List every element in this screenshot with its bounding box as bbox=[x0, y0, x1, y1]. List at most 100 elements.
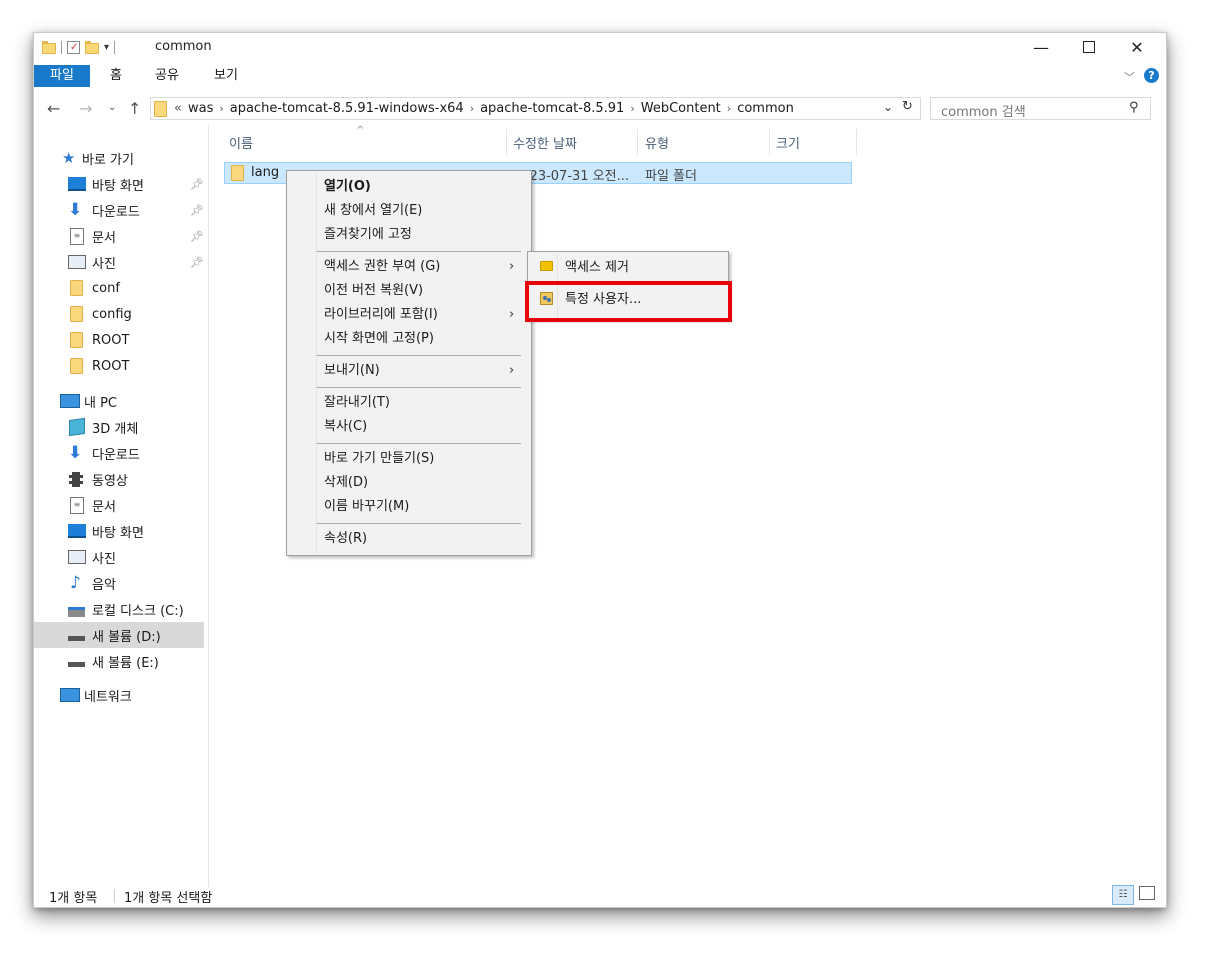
menu-item-copy[interactable]: 복사(C) bbox=[287, 415, 531, 438]
nav-item-root-2[interactable]: ROOT bbox=[34, 353, 204, 379]
breadcrumb-tomcat-windows[interactable]: apache-tomcat-8.5.91-windows-x64 bbox=[230, 101, 464, 116]
pin-icon[interactable]: 📌︎ bbox=[190, 204, 204, 217]
nav-network[interactable]: 네트워크 bbox=[34, 682, 204, 708]
nav-item-pc-pictures[interactable]: 사진 bbox=[34, 544, 204, 570]
maximize-button[interactable] bbox=[1065, 33, 1113, 61]
column-divider[interactable] bbox=[506, 129, 507, 155]
menu-item-send-to[interactable]: 보내기(N) › bbox=[287, 359, 531, 382]
recent-locations-icon[interactable]: ⌄ bbox=[108, 102, 116, 113]
column-header-name[interactable]: 이름 bbox=[229, 133, 253, 153]
nav-quick-access[interactable]: ★ 바로 가기 bbox=[34, 145, 204, 171]
nav-item-3d-objects[interactable]: 3D 개체 bbox=[34, 414, 204, 440]
help-icon[interactable]: ? bbox=[1144, 68, 1159, 83]
column-divider[interactable] bbox=[856, 129, 857, 155]
menu-item-cut[interactable]: 잘라내기(T) bbox=[287, 391, 531, 414]
chevron-right-icon[interactable]: › bbox=[727, 102, 731, 115]
nav-label: conf bbox=[92, 280, 120, 296]
column-divider[interactable] bbox=[769, 129, 770, 155]
breadcrumb-tomcat[interactable]: apache-tomcat-8.5.91 bbox=[480, 101, 624, 116]
file-explorer-window: ✓ ▾ common — ✕ 파일 홈 공유 보기 ﹀ ? ← → ⌄ ↑ « … bbox=[33, 32, 1167, 908]
chevron-right-icon[interactable]: › bbox=[219, 102, 223, 115]
menu-item-create-shortcut[interactable]: 바로 가기 만들기(S) bbox=[287, 447, 531, 470]
nav-item-config[interactable]: config bbox=[34, 301, 204, 327]
column-header-type[interactable]: 유형 bbox=[645, 133, 669, 153]
nav-item-desktop[interactable]: 바탕 화면 📌︎ bbox=[34, 171, 204, 197]
nav-item-pc-documents[interactable]: ≡ 문서 bbox=[34, 492, 204, 518]
details-view-icon[interactable]: ☷ bbox=[1112, 885, 1134, 905]
nav-item-volume-d[interactable]: 새 볼륨 (D:) bbox=[34, 622, 204, 648]
nav-label: 문서 bbox=[92, 230, 116, 246]
nav-label: 내 PC bbox=[84, 395, 118, 411]
breadcrumb-webcontent[interactable]: WebContent bbox=[641, 101, 721, 116]
menu-item-delete[interactable]: 삭제(D) bbox=[287, 471, 531, 494]
tab-share[interactable]: 공유 bbox=[141, 65, 193, 87]
search-placeholder[interactable]: common 검색 bbox=[941, 101, 1026, 120]
menu-item-open-new-window[interactable]: 새 창에서 열기(E) bbox=[287, 199, 531, 222]
document-icon: ≡ bbox=[70, 496, 84, 514]
menu-item-pin-start[interactable]: 시작 화면에 고정(P) bbox=[287, 327, 531, 350]
tab-view[interactable]: 보기 bbox=[200, 65, 252, 87]
desktop-icon bbox=[68, 177, 86, 191]
menu-separator bbox=[317, 523, 521, 524]
minimize-button[interactable]: — bbox=[1017, 33, 1065, 61]
large-icons-view-icon[interactable] bbox=[1139, 886, 1155, 900]
close-button[interactable]: ✕ bbox=[1113, 33, 1161, 61]
search-icon[interactable]: ⚲ bbox=[1129, 100, 1139, 115]
network-icon bbox=[60, 688, 80, 702]
nav-item-root[interactable]: ROOT bbox=[34, 327, 204, 353]
nav-item-local-disk-c[interactable]: 로컬 디스크 (C:) bbox=[34, 596, 204, 622]
new-folder-icon[interactable] bbox=[85, 40, 99, 54]
nav-label: ROOT bbox=[92, 332, 130, 348]
properties-icon[interactable]: ✓ bbox=[67, 40, 80, 54]
overflow-chevron[interactable]: « bbox=[174, 101, 182, 116]
nav-item-downloads[interactable]: ⬇ 다운로드 📌︎ bbox=[34, 197, 204, 223]
nav-item-pc-downloads[interactable]: ⬇ 다운로드 bbox=[34, 440, 204, 466]
nav-label: 사진 bbox=[92, 551, 116, 567]
up-icon[interactable]: ↑ bbox=[128, 99, 141, 118]
pin-icon[interactable]: 📌︎ bbox=[190, 230, 204, 243]
chevron-right-icon[interactable]: › bbox=[470, 102, 474, 115]
nav-item-videos[interactable]: 동영상 bbox=[34, 466, 204, 492]
folder-icon bbox=[70, 306, 83, 322]
menu-item-include-library[interactable]: 라이브러리에 포함(I) › bbox=[287, 303, 531, 326]
menu-item-pin-quick-access[interactable]: 즐겨찾기에 고정 bbox=[287, 223, 531, 246]
nav-item-pc-desktop[interactable]: 바탕 화면 bbox=[34, 518, 204, 544]
nav-item-documents[interactable]: ≡ 문서 📌︎ bbox=[34, 223, 204, 249]
menu-item-properties[interactable]: 속성(R) bbox=[287, 527, 531, 550]
chevron-right-icon: › bbox=[509, 363, 515, 378]
menu-item-open[interactable]: 열기(O) bbox=[287, 175, 531, 198]
title-bar: ✓ ▾ common — ✕ bbox=[34, 33, 1166, 61]
nav-item-pictures[interactable]: 사진 📌︎ bbox=[34, 249, 204, 275]
pin-icon[interactable]: 📌︎ bbox=[190, 178, 204, 191]
nav-label: 새 볼륨 (E:) bbox=[92, 655, 159, 671]
breadcrumb-was[interactable]: was bbox=[188, 101, 213, 116]
context-menu: 열기(O) 새 창에서 열기(E) 즐겨찾기에 고정 액세스 권한 부여 (G)… bbox=[286, 170, 532, 556]
refresh-icon[interactable]: ↻ bbox=[902, 99, 913, 114]
menu-item-rename[interactable]: 이름 바꾸기(M) bbox=[287, 495, 531, 518]
nav-item-conf[interactable]: conf bbox=[34, 275, 204, 301]
nav-item-music[interactable]: ♪ 음악 bbox=[34, 570, 204, 596]
search-box[interactable]: common 검색 ⚲ bbox=[930, 97, 1151, 120]
tab-file[interactable]: 파일 bbox=[34, 65, 90, 87]
item-count: 1개 항목 bbox=[49, 891, 98, 906]
maximize-icon bbox=[1083, 41, 1095, 53]
forward-icon[interactable]: → bbox=[79, 99, 92, 118]
chevron-right-icon[interactable]: › bbox=[630, 102, 634, 115]
tab-home[interactable]: 홈 bbox=[96, 65, 136, 87]
pin-icon[interactable]: 📌︎ bbox=[190, 256, 204, 269]
address-dropdown-icon[interactable]: ⌄ bbox=[883, 100, 893, 114]
music-icon: ♪ bbox=[70, 573, 81, 593]
menu-item-give-access[interactable]: 액세스 권한 부여 (G) › bbox=[287, 255, 531, 278]
nav-this-pc[interactable]: 내 PC bbox=[34, 388, 204, 414]
address-bar[interactable]: « was › apache-tomcat-8.5.91-windows-x64… bbox=[150, 97, 921, 120]
back-icon[interactable]: ← bbox=[47, 99, 60, 118]
breadcrumb-common[interactable]: common bbox=[737, 101, 794, 116]
column-header-date[interactable]: 수정한 날짜 bbox=[513, 133, 577, 153]
menu-item-restore-versions[interactable]: 이전 버전 복원(V) bbox=[287, 279, 531, 302]
nav-item-volume-e[interactable]: 새 볼륨 (E:) bbox=[34, 648, 204, 674]
expand-ribbon-icon[interactable]: ﹀ bbox=[1124, 69, 1135, 85]
menu-item-remove-access[interactable]: 액세스 제거 bbox=[528, 256, 728, 279]
column-divider[interactable] bbox=[637, 129, 638, 155]
column-header-size[interactable]: 크기 bbox=[776, 133, 800, 153]
customize-toolbar-icon[interactable]: ▾ bbox=[104, 42, 109, 53]
